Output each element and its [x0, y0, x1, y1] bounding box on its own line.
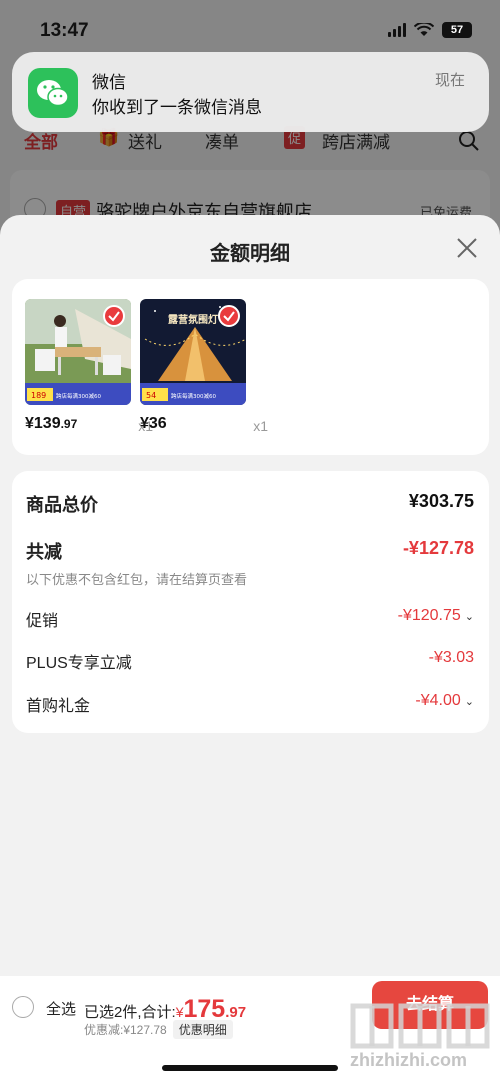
select-all-radio[interactable]	[12, 996, 34, 1018]
plus-discount-value: -¥3.03	[428, 649, 474, 666]
plus-discount-label: PLUS专享立减	[26, 655, 132, 672]
discount-detail-button[interactable]: 优惠明细	[172, 1020, 233, 1039]
selected-count: 已选2件,合计:	[84, 1004, 176, 1021]
image-promo-label: 跨店每满300减60	[56, 392, 101, 400]
discount-summary: 优惠减:¥127.78 优惠明细	[84, 1020, 233, 1039]
watermark-text: zhizhizhi.com	[350, 1050, 467, 1070]
product-item[interactable]: 189 跨店每满300减60 ¥139.97 x1	[25, 299, 153, 437]
image-price-label: 54	[146, 391, 156, 400]
notification-message: 你收到了一条微信消息	[92, 98, 262, 117]
checked-icon[interactable]	[218, 305, 240, 327]
image-promo-label: 跨店每满300减60	[171, 392, 216, 400]
close-icon[interactable]	[456, 237, 478, 259]
price-summary-card: 商品总价 ¥303.75 共减 -¥127.78 以下优惠不包含红包，请在结算页…	[12, 471, 489, 733]
discount-amount: 优惠减:¥127.78	[84, 1023, 167, 1037]
battery-icon: 57	[442, 22, 472, 38]
product-item[interactable]: 露营氛围灯 54 跨店每满300减60 ¥36 x1	[140, 299, 268, 437]
total-price-label: 商品总价	[26, 495, 98, 515]
products-card: 189 跨店每满300减60 ¥139.97 x1 露营氛围灯 54 跨店每满3…	[12, 279, 489, 455]
total-discount-value: -¥127.78	[402, 538, 474, 558]
notification-app-name: 微信	[92, 73, 126, 92]
product-price: ¥36	[140, 415, 167, 432]
status-bar: 13:47 57	[0, 0, 500, 50]
signal-icon	[388, 23, 406, 37]
first-purchase-value: -¥4.00 ⌄	[415, 692, 474, 709]
total-discount-label: 共减	[26, 542, 62, 562]
total-amount: 175	[183, 995, 226, 1023]
amount-detail-sheet: 金额明细 189 跨店每满300减60 ¥139.97 x1 露营氛围灯 54 …	[0, 215, 500, 1081]
product-image-lantern-tent[interactable]: 露营氛围灯 54 跨店每满300减60	[140, 299, 246, 405]
image-price-label: 189	[31, 391, 46, 400]
chevron-down-icon[interactable]: ⌄	[465, 611, 474, 623]
wifi-icon	[414, 23, 434, 36]
notification-time: 现在	[434, 72, 465, 89]
chevron-down-icon[interactable]: ⌄	[465, 696, 474, 708]
product-quantity: x1	[253, 418, 268, 434]
wechat-icon	[28, 68, 78, 118]
discount-note: 以下优惠不包含红包，请在结算页查看	[26, 572, 248, 587]
wechat-notification[interactable]: 微信 你收到了一条微信消息 现在	[12, 52, 489, 132]
first-purchase-label: 首购礼金	[26, 698, 91, 715]
total-price-value: ¥303.75	[408, 491, 474, 511]
sheet-title: 金额明细	[210, 243, 290, 265]
clock: 13:47	[40, 20, 89, 41]
product-price: ¥139.97	[25, 415, 78, 432]
product-image-camping-table[interactable]: 189 跨店每满300减60	[25, 299, 131, 405]
image-title: 露营氛围灯	[168, 313, 218, 326]
select-all-label[interactable]: 全选	[46, 998, 76, 1019]
total-decimal: .97	[225, 1004, 247, 1021]
promotion-label: 促销	[26, 613, 59, 630]
home-indicator[interactable]	[162, 1065, 338, 1071]
checked-icon[interactable]	[103, 305, 125, 327]
promotion-value: -¥120.75 ⌄	[397, 607, 474, 624]
